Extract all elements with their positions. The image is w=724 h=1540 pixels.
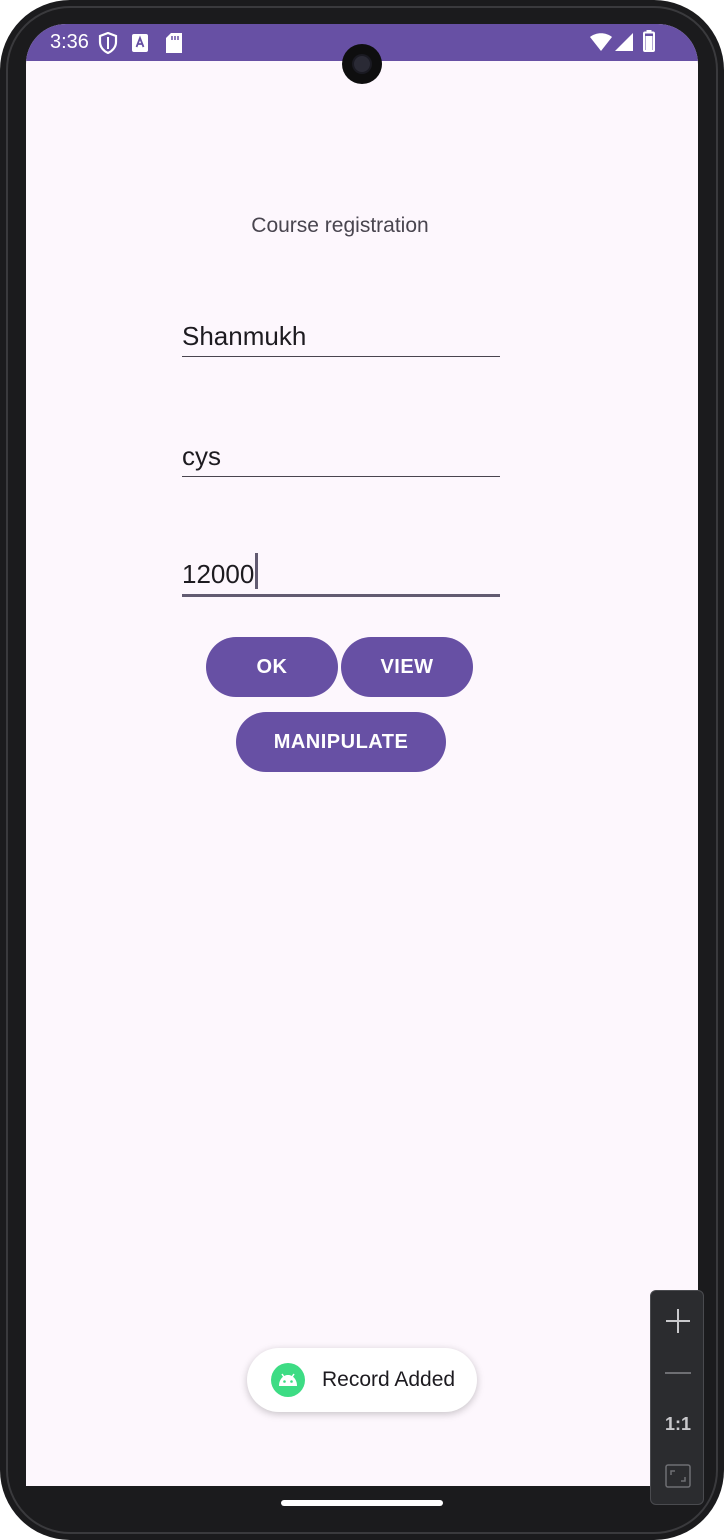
ok-button[interactable]: OK [206, 637, 338, 697]
fee-field[interactable]: 12000 [182, 553, 500, 597]
fee-value: 12000 [182, 559, 255, 589]
minus-icon [665, 1372, 691, 1374]
course-value: cys [182, 441, 221, 471]
fee-value-wrapper: 12000 [182, 553, 259, 590]
course-field[interactable]: cys [182, 437, 500, 477]
text-cursor [255, 553, 259, 589]
zoom-actual-size-button[interactable]: 1:1 [651, 1399, 705, 1449]
student-name-value: Shanmukh [182, 321, 307, 351]
view-button[interactable]: VIEW [341, 637, 473, 697]
toast-message: Record Added [322, 1368, 456, 1391]
status-time: 3:36 [50, 31, 89, 53]
phone-device-frame: 3:36 Course registration Shanmukh cys 12… [0, 0, 724, 1540]
plus-icon [666, 1309, 690, 1333]
fit-screen-icon [665, 1464, 691, 1488]
emulator-zoom-panel: 1:1 [650, 1290, 704, 1505]
page-title: Course registration [251, 214, 429, 237]
android-icon [271, 1363, 305, 1397]
battery-icon [643, 30, 655, 52]
cell-signal-icon [615, 33, 633, 51]
sd-card-icon [166, 33, 182, 53]
app-screen: 3:36 Course registration Shanmukh cys 12… [26, 24, 698, 1486]
fit-screen-button[interactable] [651, 1451, 705, 1501]
front-camera [342, 44, 382, 84]
wifi-icon [590, 33, 612, 51]
keyboard-a-icon [132, 34, 148, 52]
manipulate-button[interactable]: MANIPULATE [236, 712, 446, 772]
zoom-in-button[interactable] [651, 1296, 705, 1346]
toast-notification: Record Added [247, 1348, 477, 1412]
gesture-nav-handle[interactable] [281, 1500, 443, 1506]
zoom-out-button[interactable] [651, 1348, 705, 1398]
zoom-ratio-label: 1:1 [664, 1413, 691, 1434]
shield-icon [98, 32, 118, 54]
student-name-field[interactable]: Shanmukh [182, 317, 500, 357]
